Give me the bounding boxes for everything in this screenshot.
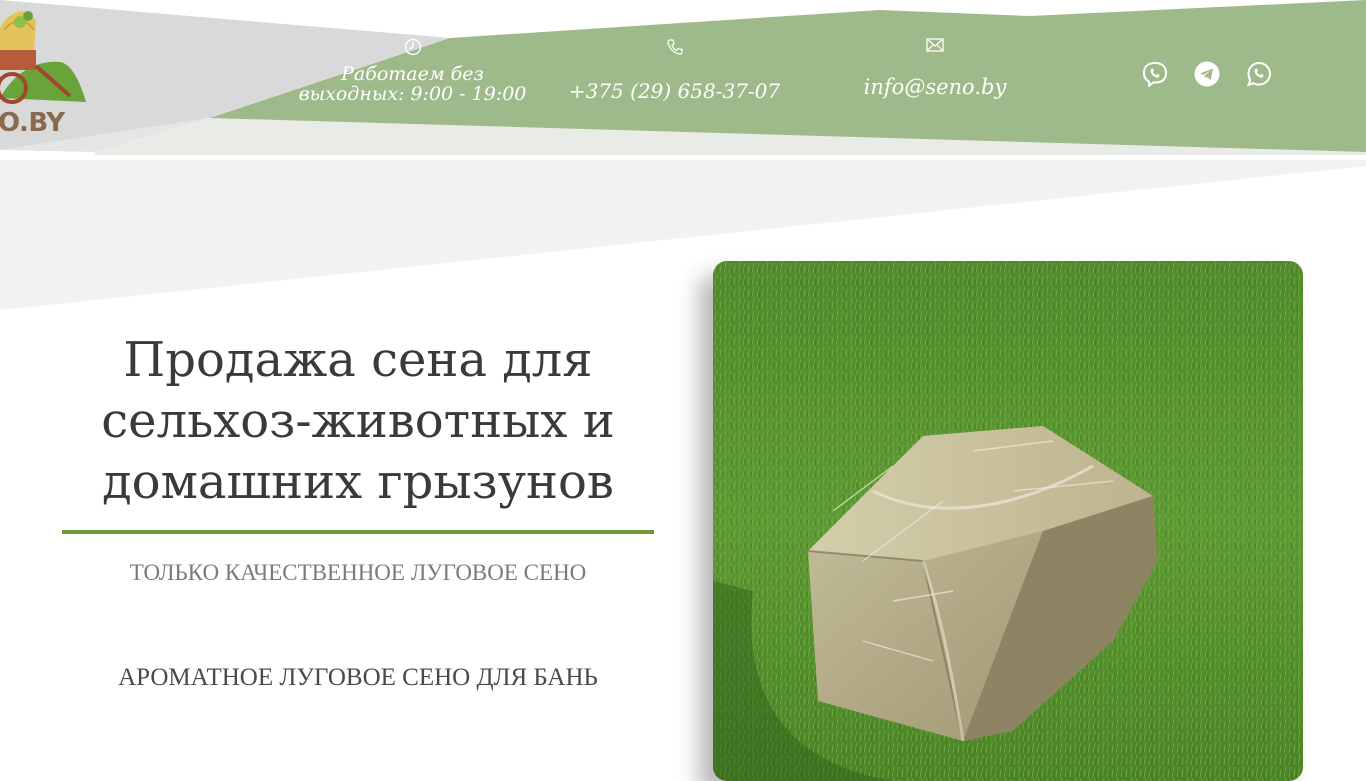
- hay-bale-photo: [713, 261, 1303, 781]
- site-header: O.BY Работаем без выходных: 9:00 - 19:00…: [0, 0, 1366, 160]
- email-link[interactable]: info@seno.by: [864, 75, 1007, 99]
- hero-title: Продажа сена для сельхоз-животных и дома…: [101, 332, 615, 510]
- site-logo[interactable]: O.BY: [0, 0, 90, 150]
- whatsapp-icon[interactable]: [1246, 61, 1272, 87]
- mail-icon: [926, 38, 944, 52]
- hero-title-underline: [62, 530, 654, 534]
- email-contact[interactable]: info@seno.by: [835, 38, 1035, 98]
- hero-section: Продажа сена для сельхоз-животных и дома…: [62, 330, 654, 692]
- clock-icon: [404, 38, 421, 56]
- hay-bale-image: [713, 261, 1303, 781]
- phone-link[interactable]: +375 (29) 658-37-07: [569, 79, 780, 103]
- social-links: [1142, 61, 1272, 87]
- logo-text: O.BY: [0, 108, 65, 138]
- hero-subtitle: ТОЛЬКО КАЧЕСТВЕННОЕ ЛУГОВОЕ СЕНО: [129, 560, 587, 585]
- hay-cart-logo-icon: [0, 11, 86, 104]
- working-hours: Работаем без выходных: 9:00 - 19:00: [290, 38, 535, 104]
- working-hours-text: Работаем без выходных: 9:00 - 19:00: [298, 63, 527, 105]
- viber-icon[interactable]: [1142, 61, 1168, 87]
- phone-icon: [666, 39, 683, 55]
- phone-contact[interactable]: +375 (29) 658-37-07: [562, 38, 787, 102]
- hero-subtitle-bath: АРОМАТНОЕ ЛУГОВОЕ СЕНО ДЛЯ БАНЬ: [118, 664, 598, 691]
- telegram-icon[interactable]: [1194, 61, 1220, 87]
